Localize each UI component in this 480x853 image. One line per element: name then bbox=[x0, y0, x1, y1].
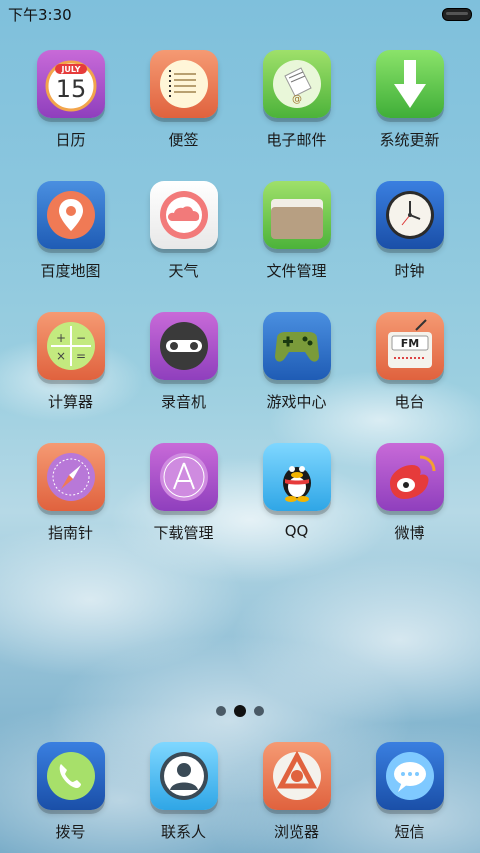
dock-messages[interactable]: 短信 bbox=[353, 742, 466, 842]
app-notes[interactable]: 便签 bbox=[127, 50, 240, 150]
page-dot[interactable] bbox=[216, 705, 226, 716]
calendar-icon: JULY 15 bbox=[36, 50, 105, 118]
dock-phone[interactable]: 拨号 bbox=[14, 742, 127, 842]
phone-icon bbox=[36, 742, 105, 810]
svg-text:+: + bbox=[55, 331, 65, 345]
app-label: 系统更新 bbox=[379, 131, 440, 149]
calendar-month: JULY bbox=[60, 65, 80, 74]
app-label: 下载管理 bbox=[153, 524, 214, 542]
calculator-icon: + − × = bbox=[36, 312, 105, 380]
battery-icon bbox=[442, 8, 472, 21]
app-compass[interactable]: 指南针 bbox=[14, 443, 127, 543]
app-clock[interactable]: 时钟 bbox=[353, 181, 466, 281]
app-label: 文件管理 bbox=[266, 262, 327, 280]
dock-contacts[interactable]: 联系人 bbox=[127, 742, 240, 842]
app-file-manager[interactable]: 文件管理 bbox=[240, 181, 353, 281]
app-label: 时钟 bbox=[394, 262, 425, 280]
notepad-icon bbox=[149, 50, 218, 118]
app-label: QQ bbox=[284, 522, 309, 540]
cassette-icon bbox=[149, 312, 218, 380]
app-label: 日历 bbox=[55, 131, 86, 149]
cloud-icon bbox=[149, 181, 218, 249]
app-baidu-map[interactable]: 百度地图 bbox=[14, 181, 127, 281]
app-label: 百度地图 bbox=[40, 262, 101, 280]
svg-text:=: = bbox=[75, 349, 85, 363]
app-system-update[interactable]: 系统更新 bbox=[353, 50, 466, 150]
app-label: 电子邮件 bbox=[266, 131, 327, 149]
app-calculator[interactable]: + − × = 计算器 bbox=[14, 312, 127, 412]
page-indicator bbox=[0, 700, 480, 719]
page-dot[interactable] bbox=[254, 705, 264, 716]
message-bubble-icon bbox=[375, 742, 444, 810]
radio-icon: FM bbox=[375, 312, 444, 380]
download-arrow-icon bbox=[375, 50, 444, 118]
app-label: 浏览器 bbox=[273, 823, 319, 841]
app-label: 天气 bbox=[168, 262, 199, 280]
svg-text:−: − bbox=[75, 331, 85, 345]
app-label: 拨号 bbox=[55, 823, 86, 841]
mail-icon: @ bbox=[262, 50, 331, 118]
app-label: 录音机 bbox=[160, 393, 206, 411]
browser-icon bbox=[262, 742, 331, 810]
app-radio[interactable]: FM 电台 bbox=[353, 312, 466, 412]
gamepad-icon bbox=[262, 312, 331, 380]
app-download-manager[interactable]: 下载管理 bbox=[127, 443, 240, 543]
radio-fm-text: FM bbox=[400, 337, 418, 350]
app-weather[interactable]: 天气 bbox=[127, 181, 240, 281]
app-store-icon bbox=[149, 443, 218, 511]
app-label: 电台 bbox=[394, 393, 425, 411]
app-weibo[interactable]: 微博 bbox=[353, 443, 466, 543]
app-game-center[interactable]: 游戏中心 bbox=[240, 312, 353, 412]
svg-text:×: × bbox=[55, 349, 65, 363]
app-label: 短信 bbox=[394, 823, 425, 841]
compass-icon bbox=[36, 443, 105, 511]
app-label: 微博 bbox=[394, 524, 425, 542]
status-bar: 下午3:30 bbox=[0, 0, 480, 28]
weibo-icon bbox=[375, 443, 444, 511]
dock-browser[interactable]: 浏览器 bbox=[240, 742, 353, 842]
clock-icon bbox=[375, 181, 444, 249]
penguin-icon bbox=[262, 443, 331, 511]
app-recorder[interactable]: 录音机 bbox=[127, 312, 240, 412]
folder-icon bbox=[262, 181, 331, 249]
app-mail[interactable]: @ 电子邮件 bbox=[240, 50, 353, 150]
calendar-day: 15 bbox=[55, 75, 86, 103]
app-label: 计算器 bbox=[47, 393, 93, 411]
app-label: 联系人 bbox=[160, 823, 206, 841]
map-pin-icon bbox=[36, 181, 105, 249]
app-label: 便签 bbox=[168, 131, 199, 149]
app-label: 指南针 bbox=[47, 524, 93, 542]
app-calendar[interactable]: JULY 15 日历 bbox=[14, 50, 127, 150]
status-time: 下午3:30 bbox=[8, 6, 72, 24]
contact-icon bbox=[149, 742, 218, 810]
page-dot-active[interactable] bbox=[234, 704, 246, 717]
svg-text:@: @ bbox=[292, 94, 302, 105]
app-label: 游戏中心 bbox=[266, 393, 327, 411]
app-qq[interactable]: QQ bbox=[240, 443, 353, 540]
